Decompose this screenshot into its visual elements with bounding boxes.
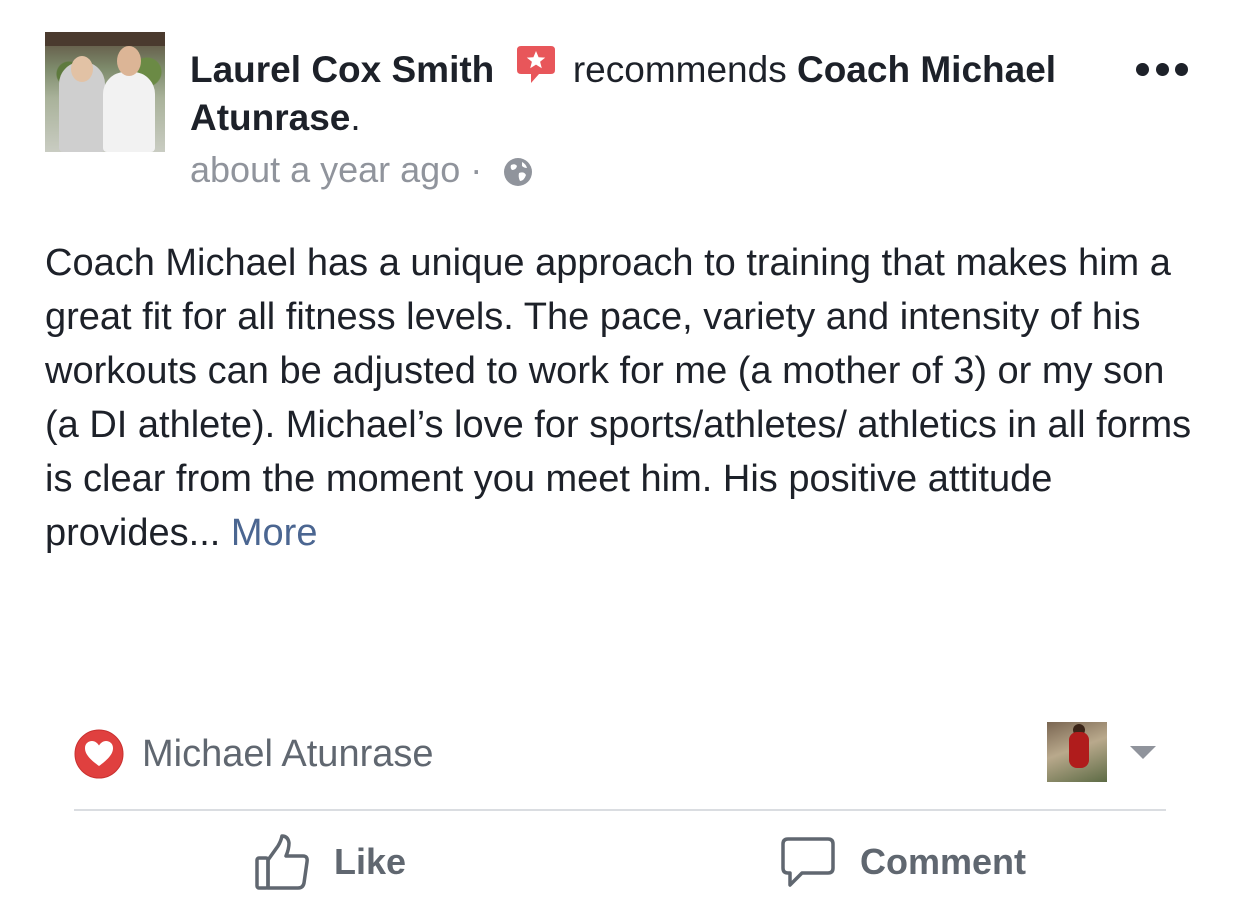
- meta-separator: ·: [470, 149, 483, 190]
- avatar-photo-face: [71, 56, 93, 82]
- author-name[interactable]: Laurel Cox Smith: [190, 49, 494, 90]
- recommends-verb: recommends: [572, 49, 787, 90]
- avatar-photo-beam: [45, 32, 165, 46]
- chevron-down-icon[interactable]: [1130, 746, 1156, 759]
- author-avatar[interactable]: [45, 32, 165, 152]
- love-reaction-icon[interactable]: [74, 729, 124, 779]
- comment-button[interactable]: Comment: [780, 832, 1026, 892]
- thumbs-up-icon: [255, 834, 309, 890]
- avatar-photo-person: [103, 72, 155, 152]
- commenter-avatar[interactable]: [1047, 722, 1107, 782]
- post-body-text: Coach Michael has a unique approach to t…: [45, 242, 1192, 554]
- comment-label: Comment: [860, 841, 1027, 882]
- divider: [74, 809, 1166, 811]
- comment-bubble-icon: [781, 837, 835, 887]
- see-more-link[interactable]: More: [231, 512, 318, 554]
- menu-dot: [1175, 62, 1188, 76]
- avatar-photo-person: [1069, 732, 1089, 768]
- menu-dot: [1155, 62, 1169, 76]
- globe-icon[interactable]: [502, 156, 534, 188]
- post-meta: about a year ago ·: [190, 148, 534, 192]
- avatar-photo-face: [117, 46, 141, 76]
- like-button[interactable]: Like: [254, 832, 406, 892]
- post-header: Laurel Cox Smith recommends Coach Michae…: [190, 44, 1090, 142]
- header-period: .: [350, 97, 361, 138]
- post-timestamp[interactable]: about a year ago: [190, 149, 460, 190]
- post-body: Coach Michael has a unique approach to t…: [45, 236, 1205, 560]
- menu-dot: [1136, 62, 1149, 76]
- reactor-name[interactable]: Michael Atunrase: [142, 728, 434, 780]
- recommendation-star-icon: [516, 46, 555, 83]
- more-options-icon[interactable]: [1136, 58, 1188, 80]
- like-label: Like: [334, 841, 407, 882]
